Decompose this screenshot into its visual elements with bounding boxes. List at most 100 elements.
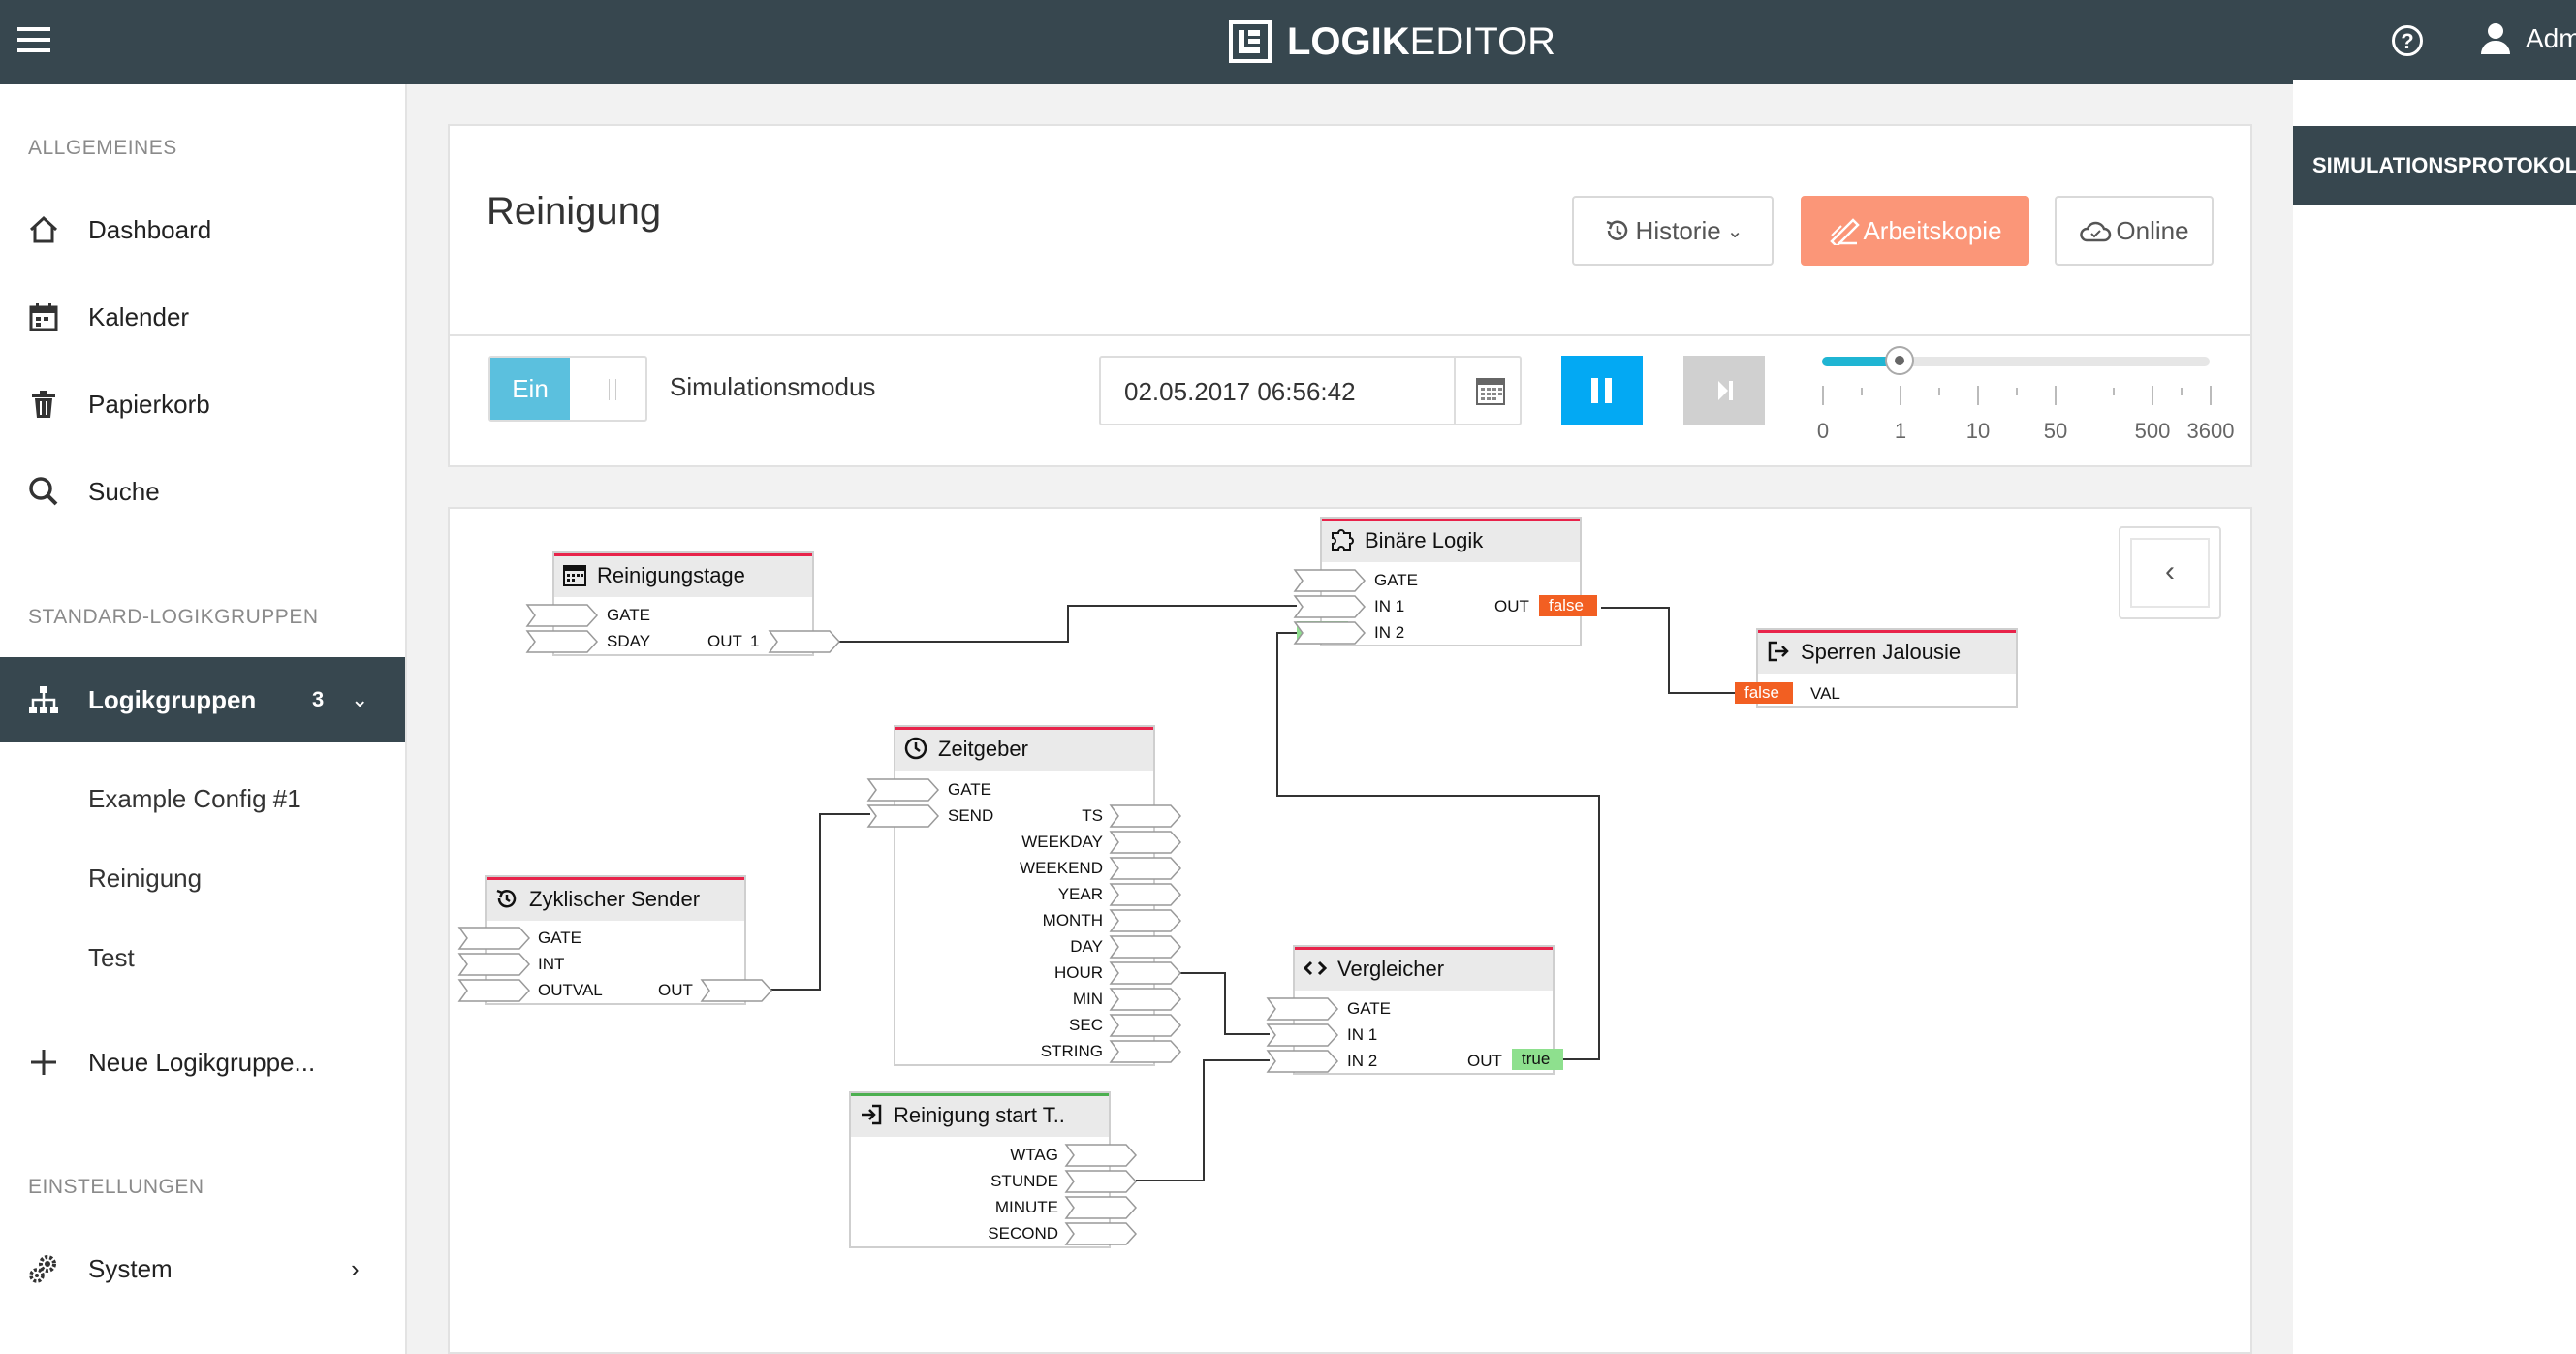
block-title: Sperren Jalousie <box>1801 640 1962 664</box>
block-zyklischer-sender[interactable]: Zyklischer Sender <box>485 875 746 1005</box>
sidebar-item-suche[interactable]: Suche <box>0 457 405 525</box>
port-label-in1: IN 1 <box>1347 1025 1378 1044</box>
scale-tick-minor <box>2181 388 2183 395</box>
edit-icon <box>1830 218 1861 245</box>
port-value: 7 <box>1299 1023 1308 1042</box>
port-label-out: OUT <box>658 981 693 999</box>
block-sperren-jalousie[interactable]: Sperren Jalousie <box>1756 628 2018 708</box>
block-binaere-logik[interactable]: Binäre Logik <box>1320 517 1582 646</box>
simulation-toggle[interactable]: Ein <box>488 356 647 422</box>
port-label-out: OUT <box>1494 597 1529 615</box>
port-label-year: YEAR <box>1057 885 1103 903</box>
workcopy-label: Arbeitskopie <box>1863 215 2002 245</box>
user-icon <box>2481 23 2510 54</box>
port-value: 7 <box>1142 961 1151 980</box>
scale-tick <box>1900 386 1901 405</box>
workcopy-button[interactable]: Arbeitskopie <box>1801 196 2029 266</box>
trash-icon <box>32 391 55 418</box>
history-button[interactable]: Historie ⌄ <box>1572 196 1774 266</box>
sign-out-icon <box>1768 641 1789 662</box>
help-icon[interactable]: ? <box>2392 25 2423 56</box>
chevron-down-icon: ⌄ <box>1726 220 1744 242</box>
chevron-left-icon: ‹ <box>2130 538 2210 608</box>
user-name: Adm <box>2526 23 2576 53</box>
sidebar-item-system[interactable]: System › <box>0 1235 405 1303</box>
port-label-weekday: WEEKDAY <box>1021 833 1103 851</box>
sidebar-item-dashboard[interactable]: Dashboard <box>0 196 405 264</box>
collapse-panel-button[interactable]: ‹ <box>2119 526 2221 619</box>
scale-label: 1 <box>1894 419 1907 443</box>
block-reinigungstage[interactable]: Reinigungstage <box>552 551 814 656</box>
scale-tick-minor <box>1861 388 1863 395</box>
step-button[interactable] <box>1683 356 1765 425</box>
datetime-field[interactable]: 02.05.2017 06:56:42 <box>1099 356 1522 425</box>
brand-light: EDITOR <box>1409 19 1556 63</box>
sidebar-item-kalender[interactable]: Kalender <box>0 283 405 351</box>
port-label-send: SEND <box>948 806 994 825</box>
chevron-down-icon[interactable]: ⌄ <box>351 687 368 712</box>
port-label-string: STRING <box>1040 1042 1103 1060</box>
block-title: Reinigung start T.. <box>894 1103 1065 1127</box>
block-title: Binäre Logik <box>1365 528 1484 552</box>
scale-tick <box>2152 386 2153 405</box>
simulation-log-title: SIMULATIONSPROTOKOLL <box>2293 126 2576 205</box>
calendar-picker-button[interactable] <box>1454 358 1524 424</box>
sitemap-icon <box>29 686 58 713</box>
toggle-grip <box>609 379 616 400</box>
port-label-month: MONTH <box>1042 911 1103 929</box>
code-icon <box>1303 960 1328 976</box>
scale-label: 10 <box>1965 419 1991 443</box>
port-label-val: VAL <box>1810 684 1840 703</box>
sidebar-item-papierkorb[interactable]: Papierkorb <box>0 370 405 438</box>
block-title: Vergleicher <box>1337 957 1445 981</box>
port-label-in2: IN 2 <box>1347 1052 1378 1070</box>
block-header: Reinigungstage <box>554 553 812 597</box>
user-menu[interactable]: Adm <box>2481 23 2576 54</box>
gears-icon <box>29 1255 56 1283</box>
sidebar-item-label: System <box>88 1253 173 1283</box>
history-icon <box>1606 220 1627 240</box>
port-label-hour: HOUR <box>1053 963 1103 982</box>
simulation-mode-label: Simulationsmodus <box>670 372 876 401</box>
port-label-gate: GATE <box>1374 571 1419 589</box>
port-label-gate: GATE <box>538 929 582 947</box>
block-header: Binäre Logik <box>1322 519 1580 562</box>
group-count-badge: 3 <box>312 687 325 711</box>
sidebar-item-label: Suche <box>88 476 160 506</box>
block-title: Zyklischer Sender <box>529 887 701 911</box>
divider <box>448 334 2252 336</box>
scale-tick-minor <box>2113 388 2115 395</box>
port-value: 0 <box>897 804 907 823</box>
history-icon <box>496 889 517 908</box>
new-group-button[interactable]: Neue Logikgruppe... <box>0 1028 405 1096</box>
sign-in-icon <box>862 1104 882 1125</box>
sidebar-item-logikgruppen[interactable]: Logikgruppen 3 ⌄ <box>0 657 405 742</box>
page-title: Reinigung <box>487 190 662 233</box>
port-label-int: INT <box>538 955 565 973</box>
scale-tick-minor <box>1938 388 1940 395</box>
pause-button[interactable] <box>1561 356 1643 425</box>
scale-tick <box>2055 386 2057 405</box>
sidebar-subitem-reinigung[interactable]: Reinigung <box>88 864 202 894</box>
sidebar-subitem-example[interactable]: Example Config #1 <box>88 784 301 814</box>
port-label-out: OUT <box>707 632 742 650</box>
port-label-ts: TS <box>1082 806 1103 825</box>
port-label-out: OUT <box>1467 1052 1502 1070</box>
online-button[interactable]: Online <box>2055 196 2214 266</box>
speed-slider-knob[interactable] <box>1885 346 1914 375</box>
calendar-icon <box>1476 378 1505 405</box>
port-label-second: SECOND <box>988 1224 1058 1243</box>
port-label-min: MIN <box>1072 990 1103 1008</box>
port-label-in1: IN 1 <box>1374 597 1405 615</box>
sidebar-subitem-test[interactable]: Test <box>88 943 135 973</box>
scale-tick <box>2210 386 2212 405</box>
menu-icon[interactable] <box>17 27 50 56</box>
port-label-sday: SDAY <box>607 632 651 650</box>
top-bar: LOGIKEDITOR ? Adm <box>0 0 2576 84</box>
section-groups: STANDARD-LOGIKGRUPPEN <box>28 606 319 628</box>
scale-tick-minor <box>2016 388 2018 395</box>
new-group-label: Neue Logikgruppe... <box>88 1047 316 1077</box>
calendar-icon <box>29 303 58 331</box>
value-tag-false: false <box>1539 595 1597 616</box>
sidebar-item-label: Kalender <box>88 301 190 331</box>
